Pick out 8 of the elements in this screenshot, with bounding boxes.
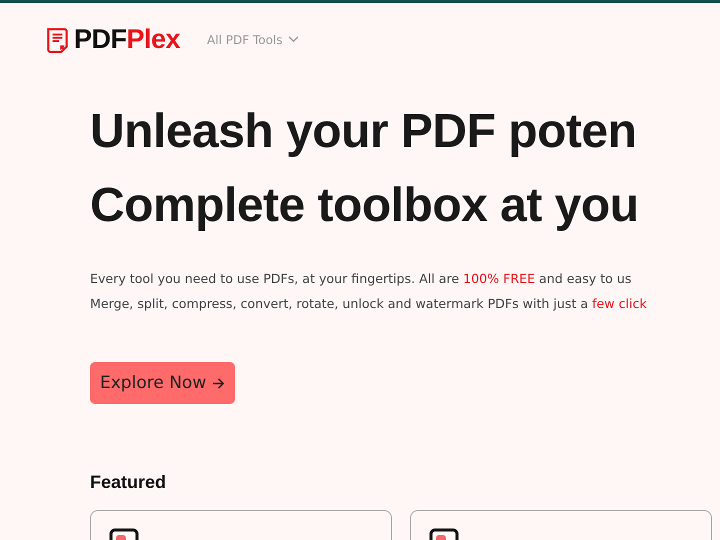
- document-logo-icon: [45, 26, 71, 52]
- explore-now-button[interactable]: Explore Now: [90, 362, 236, 404]
- hero-description: Every tool you need to use PDFs, at your fingertips. All are 100% FREE and easy to us Merge, split, compress, convert, rotate, unlock and watermark PDFs with just a few click: [90, 270, 648, 313]
- logo-text[interactable]: PDFPlex: [74, 24, 180, 55]
- hero-title: Unleash your PDF poten Complete toolbox at you: [90, 104, 640, 234]
- arrow-right-icon: [212, 376, 226, 390]
- chevron-down-icon: [288, 36, 298, 43]
- featured-heading: Featured: [90, 472, 168, 493]
